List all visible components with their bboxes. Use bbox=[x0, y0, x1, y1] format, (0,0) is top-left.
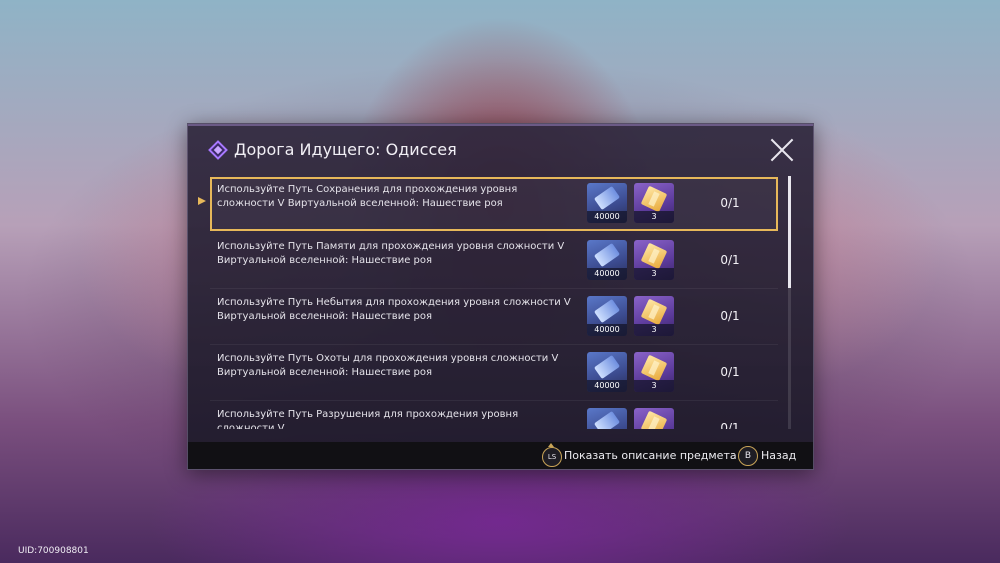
reward-quantity: 40000 bbox=[587, 211, 627, 223]
mission-progress: 0/1 bbox=[720, 309, 740, 323]
exp-reward-icon[interactable]: 40000 bbox=[587, 183, 627, 223]
material-reward-icon[interactable]: 3 bbox=[634, 240, 674, 280]
mission-text: Используйте Путь Памяти для прохождения … bbox=[217, 241, 565, 266]
reward-quantity: 3 bbox=[634, 268, 674, 280]
scrollbar-thumb[interactable] bbox=[788, 176, 791, 288]
exp-reward-icon[interactable]: 40000 bbox=[587, 408, 627, 429]
material-reward-icon[interactable]: 3 bbox=[634, 296, 674, 336]
mission-row-2[interactable]: Используйте Путь Памяти для прохождения … bbox=[210, 234, 778, 289]
reward-quantity: 3 bbox=[634, 324, 674, 336]
reward-quantity: 40000 bbox=[587, 380, 627, 392]
exp-reward-icon[interactable]: 40000 bbox=[587, 352, 627, 392]
mission-progress: 0/1 bbox=[720, 253, 740, 267]
mission-row-5[interactable]: Используйте Путь Разрушения для прохожде… bbox=[210, 402, 778, 429]
dialog-footer: LS Показать описание предмета B Назад bbox=[188, 442, 813, 469]
mission-text: Используйте Путь Сохранения для прохожде… bbox=[217, 184, 518, 209]
material-reward-icon[interactable]: 3 bbox=[634, 408, 674, 429]
mission-row-3[interactable]: Используйте Путь Небытия для прохождения… bbox=[210, 290, 778, 345]
reward-quantity: 3 bbox=[634, 211, 674, 223]
uid-label: UID:700908801 bbox=[18, 546, 89, 556]
mission-progress: 0/1 bbox=[720, 421, 740, 429]
material-reward-icon[interactable]: 3 bbox=[634, 352, 674, 392]
dialog-header: Дорога Идущего: Одиссея bbox=[188, 124, 813, 174]
mission-row-4[interactable]: Используйте Путь Охоты для прохождения у… bbox=[210, 346, 778, 401]
mission-scrollbar[interactable] bbox=[788, 176, 791, 429]
mission-progress: 0/1 bbox=[720, 196, 740, 210]
mission-text: Используйте Путь Разрушения для прохожде… bbox=[217, 409, 519, 429]
reward-quantity: 3 bbox=[634, 380, 674, 392]
close-icon[interactable] bbox=[770, 138, 794, 162]
ls-button-icon[interactable]: LS bbox=[542, 447, 562, 467]
diamond-icon bbox=[208, 140, 228, 160]
odyssey-dialog: Дорога Идущего: Одиссея Используйте Путь… bbox=[187, 123, 814, 470]
mission-row-1[interactable]: Используйте Путь Сохранения для прохожде… bbox=[210, 177, 778, 231]
mission-list[interactable]: Используйте Путь Сохранения для прохожде… bbox=[210, 176, 780, 429]
dialog-title: Дорога Идущего: Одиссея bbox=[234, 140, 457, 159]
mission-text: Используйте Путь Охоты для прохождения у… bbox=[217, 353, 559, 378]
mission-progress: 0/1 bbox=[720, 365, 740, 379]
reward-quantity: 40000 bbox=[587, 268, 627, 280]
selection-pointer-icon bbox=[198, 195, 208, 205]
mission-text: Используйте Путь Небытия для прохождения… bbox=[217, 297, 571, 322]
back-hint[interactable]: Назад bbox=[761, 449, 796, 462]
reward-quantity: 40000 bbox=[587, 324, 627, 336]
material-reward-icon[interactable]: 3 bbox=[634, 183, 674, 223]
exp-reward-icon[interactable]: 40000 bbox=[587, 296, 627, 336]
show-description-hint[interactable]: Показать описание предмета bbox=[564, 449, 737, 462]
b-button-icon[interactable]: B bbox=[738, 446, 758, 466]
exp-reward-icon[interactable]: 40000 bbox=[587, 240, 627, 280]
